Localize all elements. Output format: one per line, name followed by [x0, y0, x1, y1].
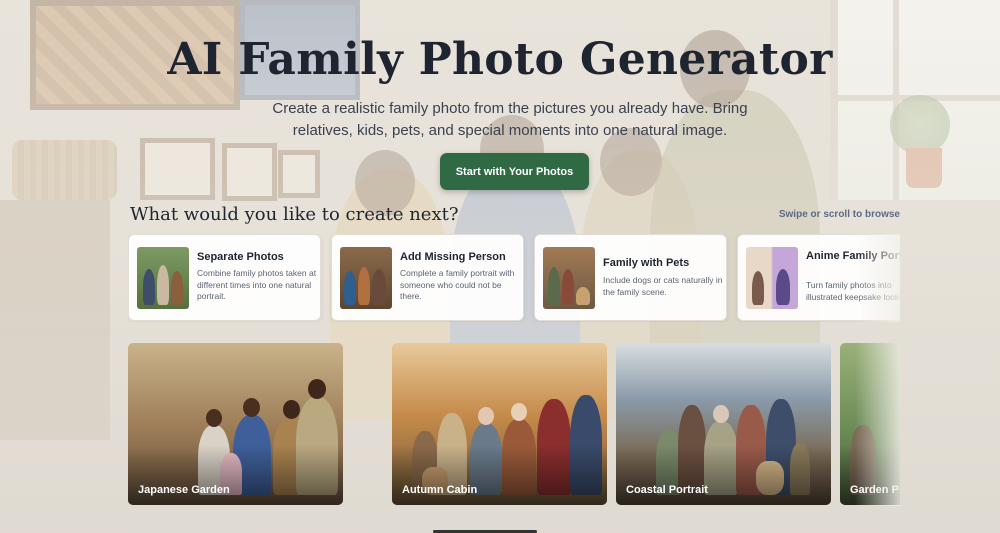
- page-title: AI Family Photo Generator: [167, 34, 833, 85]
- separate-photos-thumbnail: [137, 247, 189, 309]
- style-tile-label: Coastal Portrait: [626, 484, 708, 496]
- family-with-pets-thumbnail: [543, 247, 595, 309]
- option-cards-row[interactable]: Separate Photos Combine family photos ta…: [128, 234, 900, 322]
- option-card-separate-photos[interactable]: Separate Photos Combine family photos ta…: [128, 234, 321, 321]
- option-card-family-with-pets[interactable]: Family with Pets Include dogs or cats na…: [534, 234, 727, 321]
- page-subtitle: Create a realistic family photo from the…: [272, 100, 748, 139]
- option-card-title: Family with Pets: [603, 257, 690, 269]
- option-card-description: Turn family photos into illustrated keep…: [806, 280, 900, 302]
- option-card-description: Include dogs or cats naturally in the fa…: [603, 275, 723, 297]
- style-tile-japanese-garden[interactable]: Japanese Garden: [128, 343, 343, 505]
- tile-gradient: [392, 445, 607, 505]
- tile-gradient: [128, 445, 343, 505]
- anime-family-thumbnail: [746, 247, 798, 309]
- option-card-title: Anime Family Portraits: [806, 250, 900, 262]
- option-card-add-missing-person[interactable]: Add Missing Person Complete a family por…: [331, 234, 524, 321]
- option-card-title: Add Missing Person: [400, 251, 506, 263]
- style-tile-label: Garden P: [850, 484, 899, 496]
- style-tile-garden[interactable]: Garden P: [840, 343, 900, 505]
- style-tile-coastal-portrait[interactable]: Coastal Portrait: [616, 343, 831, 505]
- style-gallery[interactable]: Japanese Garden Autumn Cabin Coastal Por…: [128, 343, 900, 506]
- section-title: What would you like to create next?: [130, 204, 459, 225]
- option-card-anime-family-portraits[interactable]: Anime Family Portraits Turn family photo…: [737, 234, 900, 321]
- add-missing-person-thumbnail: [340, 247, 392, 309]
- tile-gradient: [840, 445, 900, 505]
- browse-hint: Swipe or scroll to browse: [778, 209, 900, 220]
- style-tile-label: Japanese Garden: [138, 484, 230, 496]
- tile-gradient: [616, 445, 831, 505]
- style-tile-label: Autumn Cabin: [402, 484, 478, 496]
- option-card-description: Combine family photos taken at different…: [197, 268, 317, 301]
- option-card-title: Separate Photos: [197, 251, 284, 263]
- start-with-photos-button[interactable]: Start with Your Photos: [440, 153, 589, 190]
- style-tile-autumn-cabin[interactable]: Autumn Cabin: [392, 343, 607, 505]
- option-card-description: Complete a family portrait with someone …: [400, 268, 515, 301]
